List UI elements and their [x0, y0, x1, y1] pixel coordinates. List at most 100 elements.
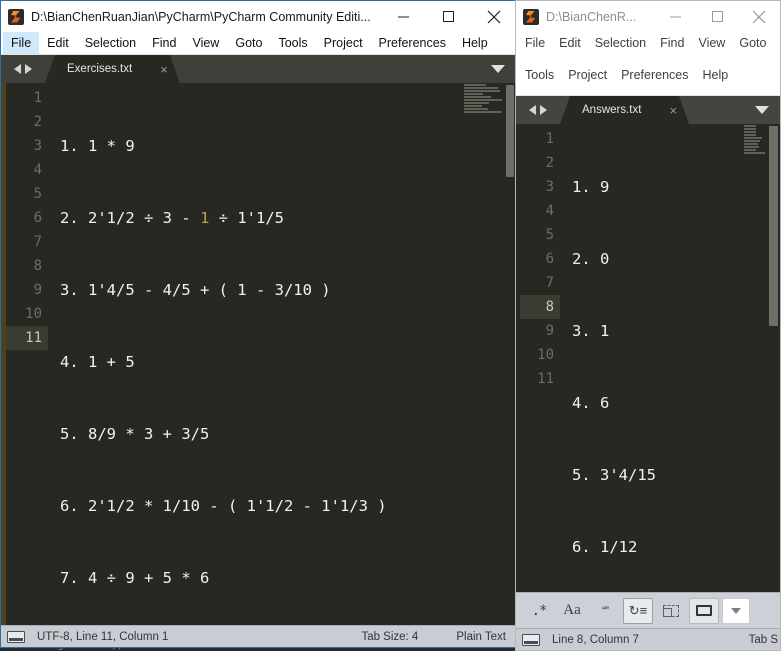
- code-line: 4. 6: [572, 391, 780, 415]
- code-line: 4. 1 + 5: [60, 350, 516, 374]
- sublime-window-answers[interactable]: D:\BianChenR... File Edit Selection Find…: [515, 0, 781, 651]
- minimize-icon[interactable]: [381, 1, 426, 32]
- case-sensitive-toggle[interactable]: Aa: [557, 598, 587, 624]
- right-menubar[interactable]: File Edit Selection Find View Goto Tools…: [516, 32, 780, 96]
- menu-selection[interactable]: Selection: [588, 32, 653, 54]
- menu-find[interactable]: Find: [144, 32, 184, 54]
- chevron-down-icon: [491, 65, 505, 73]
- left-tab-nav[interactable]: [1, 55, 45, 83]
- find-options-toolbar[interactable]: .* Aa “” ↻≡: [516, 592, 780, 628]
- left-caption-buttons[interactable]: [381, 1, 516, 32]
- menu-tools[interactable]: Tools: [270, 32, 315, 54]
- right-code-lines[interactable]: 1. 9 2. 0 3. 1 4. 6 5. 3'4/15 6. 1/12 7.…: [560, 124, 780, 592]
- code-line: 2. 2'1/2 ÷ 3 - 1 ÷ 1'1/5: [60, 206, 516, 230]
- left-tabstrip[interactable]: Exercises.txt ×: [1, 55, 516, 83]
- left-code-area[interactable]: 1 2 3 4 5 6 7 8 9 10 11 1. 1 * 9 2. 2'1/…: [1, 83, 516, 625]
- code-line-text: 7. 4 ÷ 9 + 5 * 6: [60, 569, 210, 587]
- menu-preferences[interactable]: Preferences: [371, 32, 454, 54]
- sublime-window-exercises[interactable]: D:\BianChenRuanJian\PyCharm\PyCharm Comm…: [0, 0, 517, 648]
- status-tab-size[interactable]: Tab S: [749, 634, 778, 646]
- code-line: 5. 8/9 * 3 + 3/5: [60, 422, 516, 446]
- wrap-toggle[interactable]: ↻≡: [623, 597, 653, 624]
- nav-back-icon[interactable]: [529, 105, 536, 115]
- highlight-results-toggle[interactable]: [689, 597, 719, 624]
- menu-edit[interactable]: Edit: [39, 32, 77, 54]
- menu-selection[interactable]: Selection: [77, 32, 144, 54]
- menu-preferences[interactable]: Preferences: [614, 64, 695, 86]
- code-line-text: 1. 1 * 9: [60, 137, 135, 155]
- tab-close-icon[interactable]: ×: [160, 63, 168, 76]
- menu-goto[interactable]: Goto: [227, 32, 270, 54]
- line-number: 2: [545, 155, 554, 171]
- scrollbar-thumb[interactable]: [769, 126, 778, 326]
- menu-file[interactable]: File: [518, 32, 552, 54]
- code-line-text: 5. 8/9 * 3 + 3/5: [60, 425, 210, 443]
- line-number: 6: [545, 251, 554, 267]
- menu-edit[interactable]: Edit: [552, 32, 588, 54]
- tab-list-icon[interactable]: [480, 55, 516, 83]
- line-number: 4: [33, 162, 42, 178]
- status-tab-size[interactable]: Tab Size: 4: [361, 631, 418, 643]
- in-selection-icon: [663, 604, 679, 617]
- menu-project[interactable]: Project: [561, 64, 614, 86]
- menu-help[interactable]: Help: [454, 32, 496, 54]
- left-code-lines[interactable]: 1. 1 * 9 2. 2'1/2 ÷ 3 - 1 ÷ 1'1/5 3. 1'4…: [48, 83, 516, 625]
- right-tabstrip[interactable]: Answers.txt ×: [516, 96, 780, 124]
- right-window-title: D:\BianChenR...: [546, 9, 637, 24]
- menu-tools[interactable]: Tools: [518, 64, 561, 86]
- highlight-icon: [696, 605, 712, 616]
- close-icon[interactable]: [738, 1, 780, 32]
- minimize-icon[interactable]: [654, 1, 696, 32]
- menu-find[interactable]: Find: [653, 32, 691, 54]
- menu-file[interactable]: File: [3, 32, 40, 54]
- left-menubar[interactable]: File Edit Selection Find View Goto Tools…: [1, 32, 516, 55]
- code-line-text: 6. 1/12: [572, 538, 638, 556]
- line-number-active: 11: [6, 326, 48, 350]
- status-syntax[interactable]: Plain Text: [456, 631, 506, 643]
- code-line-text: 6. 2'1/2 * 1/10 - ( 1'1/2 - 1'1/3 ): [60, 497, 387, 515]
- right-caption-buttons[interactable]: [654, 1, 780, 32]
- left-window-title: D:\BianChenRuanJian\PyCharm\PyCharm Comm…: [31, 9, 371, 24]
- maximize-icon[interactable]: [426, 1, 471, 32]
- menu-view[interactable]: View: [184, 32, 227, 54]
- tab-answers[interactable]: Answers.txt ×: [560, 96, 689, 124]
- nav-back-icon[interactable]: [14, 64, 21, 74]
- line-number: 6: [33, 210, 42, 226]
- highlighted-number: 1: [199, 209, 210, 227]
- regex-toggle[interactable]: .*: [524, 598, 554, 624]
- sublime-text-icon: [8, 8, 24, 25]
- line-number: 5: [33, 186, 42, 202]
- maximize-icon[interactable]: [696, 1, 738, 32]
- sidebar-toggle-icon[interactable]: [7, 630, 25, 643]
- more-options-dropdown[interactable]: [722, 597, 750, 624]
- whole-word-icon: “”: [602, 603, 609, 618]
- in-selection-toggle[interactable]: [656, 598, 686, 624]
- left-statusbar: UTF-8, Line 11, Column 1 Tab Size: 4 Pla…: [1, 625, 516, 647]
- right-titlebar[interactable]: D:\BianChenR...: [516, 1, 780, 32]
- menu-help[interactable]: Help: [696, 64, 736, 86]
- tab-exercises[interactable]: Exercises.txt ×: [45, 55, 180, 83]
- whole-word-toggle[interactable]: “”: [590, 598, 620, 624]
- left-titlebar[interactable]: D:\BianChenRuanJian\PyCharm\PyCharm Comm…: [1, 1, 516, 32]
- right-code-area[interactable]: 1 2 3 4 5 6 7 8 9 10 11 1. 9 2. 0 3. 1 4…: [516, 124, 780, 592]
- nav-forward-icon[interactable]: [540, 105, 547, 115]
- status-position: Line 8, Column 7: [552, 633, 639, 646]
- menu-goto[interactable]: Goto: [732, 32, 773, 54]
- right-tab-nav[interactable]: [516, 96, 560, 124]
- menu-view[interactable]: View: [691, 32, 732, 54]
- line-number-active: 8: [520, 295, 560, 319]
- code-line-text: 3. 1'4/5 - 4/5 + ( 1 - 3/10 ): [60, 281, 331, 299]
- line-number: 9: [545, 323, 554, 339]
- chevron-down-icon: [755, 106, 769, 114]
- nav-forward-icon[interactable]: [25, 64, 32, 74]
- line-number: 10: [537, 347, 554, 363]
- tab-close-icon[interactable]: ×: [669, 104, 677, 117]
- close-icon[interactable]: [471, 1, 516, 32]
- sidebar-toggle-icon[interactable]: [522, 633, 540, 646]
- right-vertical-scrollbar[interactable]: [766, 124, 780, 592]
- scrollbar-thumb[interactable]: [506, 85, 514, 177]
- menu-project[interactable]: Project: [316, 32, 371, 54]
- left-tabstrip-spacer: [180, 55, 480, 83]
- tab-list-icon[interactable]: [744, 96, 780, 124]
- line-number: 8: [33, 258, 42, 274]
